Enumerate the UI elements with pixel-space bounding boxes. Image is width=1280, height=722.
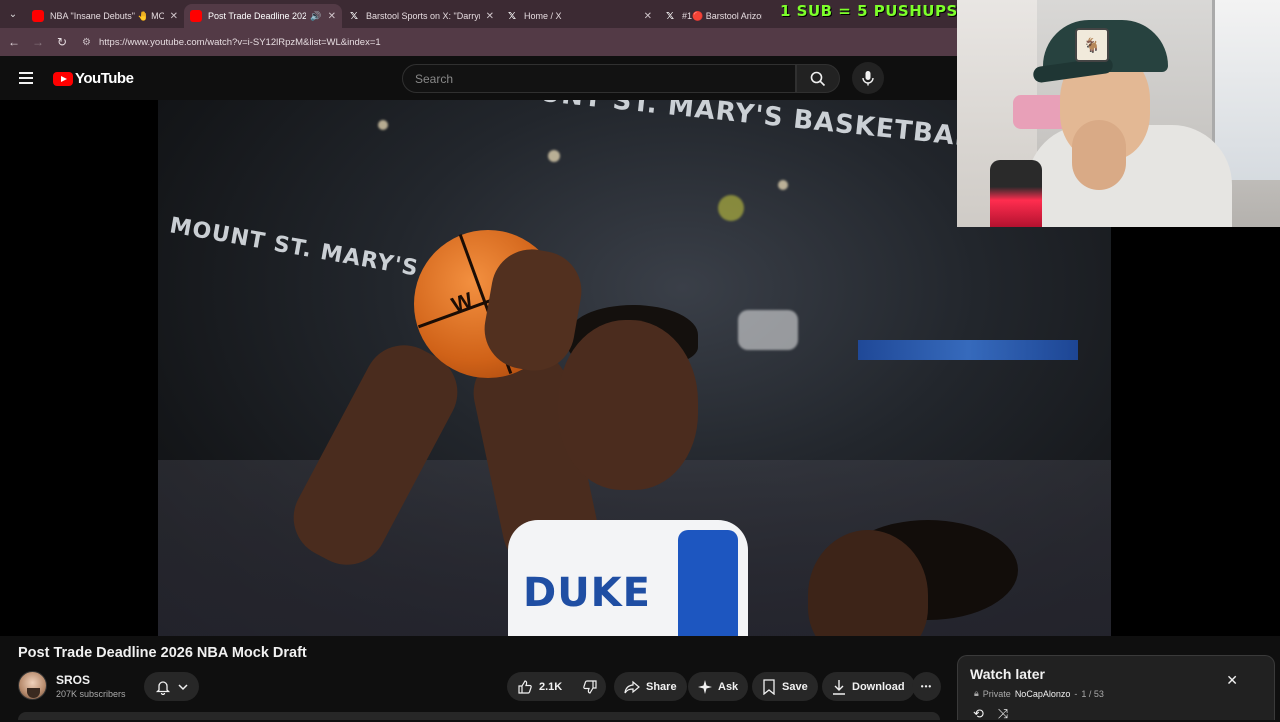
close-tab-icon[interactable]: ✕ xyxy=(328,11,336,22)
video-title: Post Trade Deadline 2026 NBA Mock Draft xyxy=(18,645,307,661)
url-field[interactable]: ⚙ https://www.youtube.com/watch?v=i-SY12… xyxy=(82,32,950,52)
tab-title: Post Trade Deadline 2026 N xyxy=(208,11,307,21)
streamer-hand xyxy=(1072,120,1126,190)
channel-name[interactable]: SROS xyxy=(56,673,90,687)
description-box[interactable] xyxy=(18,712,940,720)
like-button[interactable]: 2.1K xyxy=(507,672,572,701)
close-tab-icon[interactable]: ✕ xyxy=(170,11,178,22)
dislike-button[interactable] xyxy=(572,672,614,701)
browser-tab-1[interactable]: NBA "Insane Debuts" 🤚 MOM ✕ xyxy=(26,4,184,28)
x-favicon-icon: 𝕏 xyxy=(507,10,517,22)
reload-icon[interactable]: ↻ xyxy=(50,35,74,49)
save-label: Save xyxy=(782,680,808,693)
more-icon: ••• xyxy=(920,682,933,691)
back-arrow-icon[interactable]: ← xyxy=(2,35,26,49)
menu-icon[interactable] xyxy=(19,72,33,84)
youtube-favicon-icon xyxy=(190,10,202,22)
channel-avatar[interactable] xyxy=(18,671,47,700)
arena-light xyxy=(548,150,560,162)
ask-label: Ask xyxy=(718,680,739,693)
arena-light xyxy=(738,310,798,350)
download-label: Download xyxy=(852,680,905,693)
streamer-microphone xyxy=(990,160,1042,227)
hat-patch-icon: 🐐 xyxy=(1075,28,1109,62)
playlist-meta: 🔒︎ Private NoCapAlonzo - 1 / 53 xyxy=(974,688,1104,699)
jersey-lettering: DUKE xyxy=(523,570,652,616)
arena-light xyxy=(778,180,788,190)
site-settings-icon[interactable]: ⚙ xyxy=(82,37,91,48)
share-icon xyxy=(624,680,640,693)
youtube-play-icon xyxy=(53,71,73,86)
close-icon[interactable]: ✕ xyxy=(1226,672,1238,689)
tab-title: #1🔴 Barstool Arizona🟢 on xyxy=(682,10,762,21)
youtube-header: YouTube Search xyxy=(0,56,958,100)
meta-separator: - xyxy=(1074,688,1078,699)
notification-bell-button[interactable] xyxy=(144,672,199,701)
browser-address-bar: ← → ↻ ⚙ https://www.youtube.com/watch?v=… xyxy=(0,28,958,56)
arena-side-banner: MOUNT ST. MARY'S xyxy=(167,213,421,282)
playlist-position: 1 / 53 xyxy=(1081,688,1104,699)
browser-tab-3[interactable]: 𝕏 Barstool Sports on X: "Darryn P ✕ xyxy=(342,4,500,28)
ask-button[interactable]: Ask xyxy=(688,672,749,701)
jersey-trim xyxy=(678,530,738,636)
more-actions-button[interactable]: ••• xyxy=(912,672,941,701)
playlist-title[interactable]: Watch later xyxy=(970,666,1045,682)
x-favicon-icon: 𝕏 xyxy=(665,10,675,22)
forward-arrow-icon[interactable]: → xyxy=(26,35,50,49)
bell-icon xyxy=(156,680,171,695)
tab-title: NBA "Insane Debuts" 🤚 MOM xyxy=(50,10,164,21)
thumbs-down-icon xyxy=(583,679,597,694)
stream-sub-overlay-text: 1 SUB = 5 PUSHUPS xyxy=(780,2,958,20)
search-placeholder: Search xyxy=(415,71,454,86)
tab-title: Home / X xyxy=(524,11,562,21)
arena-light xyxy=(718,195,744,221)
browser-tab-4[interactable]: 𝕏 Home / X ✕ xyxy=(500,4,658,28)
arena-led-board xyxy=(858,340,1078,360)
streamer-webcam-overlay: 🐐 xyxy=(957,0,1280,227)
share-button[interactable]: Share xyxy=(614,672,687,701)
bookmark-icon xyxy=(763,678,775,695)
youtube-logo[interactable]: YouTube xyxy=(53,70,134,87)
close-tab-icon[interactable]: ✕ xyxy=(644,11,652,22)
player-head xyxy=(558,320,698,490)
playlist-panel: Watch later 🔒︎ Private NoCapAlonzo - 1 /… xyxy=(957,655,1275,721)
save-button[interactable]: Save xyxy=(752,672,818,701)
lock-icon: 🔒︎ xyxy=(974,688,979,698)
tab-search-chevron-icon[interactable]: ⌄ xyxy=(0,0,26,28)
download-button[interactable]: Download xyxy=(822,672,915,701)
browser-tab-2-active[interactable]: Post Trade Deadline 2026 N 🔊 ✕ xyxy=(184,4,342,28)
subscriber-count: 207K subscribers xyxy=(56,689,126,699)
sparkle-icon xyxy=(698,679,712,694)
microphone-icon xyxy=(862,71,874,86)
x-favicon-icon: 𝕏 xyxy=(349,10,359,22)
download-icon xyxy=(833,679,845,695)
youtube-favicon-icon xyxy=(32,10,44,22)
share-label: Share xyxy=(646,680,677,693)
like-count: 2.1K xyxy=(539,680,563,693)
tab-title: Barstool Sports on X: "Darryn P xyxy=(366,11,480,21)
search-icon xyxy=(810,71,826,86)
close-tab-icon[interactable]: ✕ xyxy=(486,11,494,22)
browser-tab-5[interactable]: 𝕏 #1🔴 Barstool Arizona🟢 on xyxy=(658,4,768,28)
search-button[interactable] xyxy=(796,64,840,93)
search-input[interactable]: Search xyxy=(402,64,796,93)
arena-light xyxy=(378,120,388,130)
chevron-down-icon xyxy=(178,683,188,690)
playlist-owner[interactable]: NoCapAlonzo xyxy=(1015,689,1071,699)
voice-search-button[interactable] xyxy=(852,62,884,94)
speaker-icon[interactable]: 🔊 xyxy=(310,11,321,22)
logo-wordmark: YouTube xyxy=(75,70,134,87)
thumbs-up-icon xyxy=(518,679,532,694)
like-dislike-group: 2.1K xyxy=(507,672,606,701)
playlist-privacy: Private xyxy=(982,688,1011,699)
url-text: https://www.youtube.com/watch?v=i-SY12lR… xyxy=(98,36,381,48)
